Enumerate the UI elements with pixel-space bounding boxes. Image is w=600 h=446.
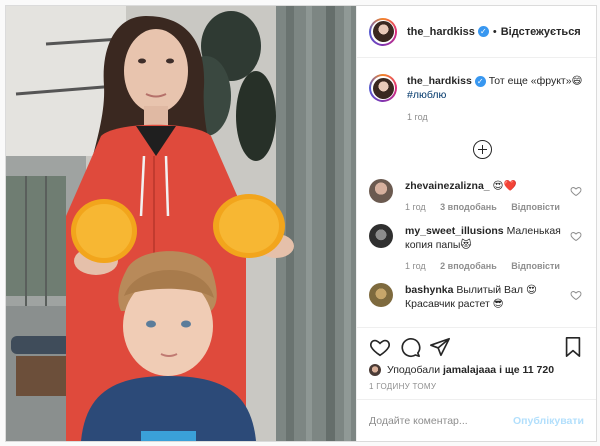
heart-icon[interactable] xyxy=(570,230,582,242)
caption-text: Тот еще «фрукт»😄 xyxy=(488,75,583,87)
caption-avatar[interactable] xyxy=(369,74,397,102)
comment-likes[interactable]: 2 вподобань xyxy=(440,261,497,271)
author-username[interactable]: the_hardkiss xyxy=(407,26,475,38)
likes-count[interactable]: і ще 11 720 xyxy=(499,364,554,376)
likes-prefix: Уподобали xyxy=(387,364,441,376)
comment-item: zhevainezalizna_ 😍❤️ 1 год 3 вподобань В… xyxy=(369,179,596,214)
comment-bubble-icon[interactable] xyxy=(399,336,421,358)
post-header: the_hardkiss ✓ • Відстежується xyxy=(357,6,596,58)
heart-icon[interactable] xyxy=(369,336,391,358)
comment-username[interactable]: bashynka xyxy=(405,284,453,296)
comment-input[interactable] xyxy=(369,414,513,427)
post-dialog: the_hardkiss ✓ • Відстежується the_hardk… xyxy=(5,5,597,442)
comment-avatar[interactable] xyxy=(369,224,393,248)
caption-hashtag[interactable]: #люблю xyxy=(407,89,446,101)
add-comment-bar: Опублікувати xyxy=(357,399,596,441)
comment-reply-button[interactable]: Відповісти xyxy=(511,261,560,271)
action-icon-row xyxy=(369,336,584,358)
verified-badge-icon: ✓ xyxy=(474,75,486,87)
comment-time[interactable]: 1 год xyxy=(405,261,426,271)
caption-time[interactable]: 1 год xyxy=(407,112,428,122)
bookmark-icon[interactable] xyxy=(562,336,584,358)
liker-avatar[interactable] xyxy=(369,364,381,376)
follow-status-button[interactable]: Відстежується xyxy=(501,26,581,38)
separator-dot: • xyxy=(492,25,497,38)
comment-time[interactable]: 1 год xyxy=(405,202,426,212)
comment-text: 😍❤️ xyxy=(492,180,517,192)
comment-reply-button[interactable]: Відповісти xyxy=(511,202,560,212)
comment-item: my_sweet_illusions Маленькая копия папы😻… xyxy=(369,224,596,273)
verified-badge-icon: ✓ xyxy=(477,26,489,37)
photo-illustration xyxy=(6,6,356,441)
comments-list[interactable]: the_hardkiss ✓ Тот еще «фрукт»😄 #люблю 1 … xyxy=(357,58,596,327)
comment-username[interactable]: my_sweet_illusions xyxy=(405,225,504,237)
comment-avatar[interactable] xyxy=(369,283,393,307)
post-photo[interactable] xyxy=(6,6,356,441)
post-sidebar: the_hardkiss ✓ • Відстежується the_hardk… xyxy=(356,6,596,441)
plus-circle-icon[interactable] xyxy=(473,140,492,159)
post-caption: the_hardkiss ✓ Тот еще «фрукт»😄 #люблю 1 … xyxy=(369,58,596,124)
comment-avatar[interactable] xyxy=(369,179,393,203)
heart-icon[interactable] xyxy=(570,289,582,301)
caption-username[interactable]: the_hardkiss xyxy=(407,75,472,87)
heart-icon[interactable] xyxy=(570,185,582,197)
comment-username[interactable]: zhevainezalizna_ xyxy=(405,180,490,192)
likes-user[interactable]: jamalajaaa xyxy=(443,364,496,376)
comment-item: bashynka Вылитый Вал 😍 Красавчик растет … xyxy=(369,283,596,311)
post-timestamp[interactable]: 1 годину тому xyxy=(369,382,584,391)
author-avatar[interactable] xyxy=(369,17,397,46)
likes-summary[interactable]: Уподобали jamalajaaa і ще 11 720 xyxy=(369,364,584,376)
post-actions: Уподобали jamalajaaa і ще 11 720 1 годин… xyxy=(357,327,596,441)
load-more-comments-button[interactable] xyxy=(369,124,596,169)
publish-button[interactable]: Опублікувати xyxy=(513,415,584,427)
paper-plane-icon[interactable] xyxy=(429,336,451,358)
comment-likes[interactable]: 3 вподобань xyxy=(440,202,497,212)
